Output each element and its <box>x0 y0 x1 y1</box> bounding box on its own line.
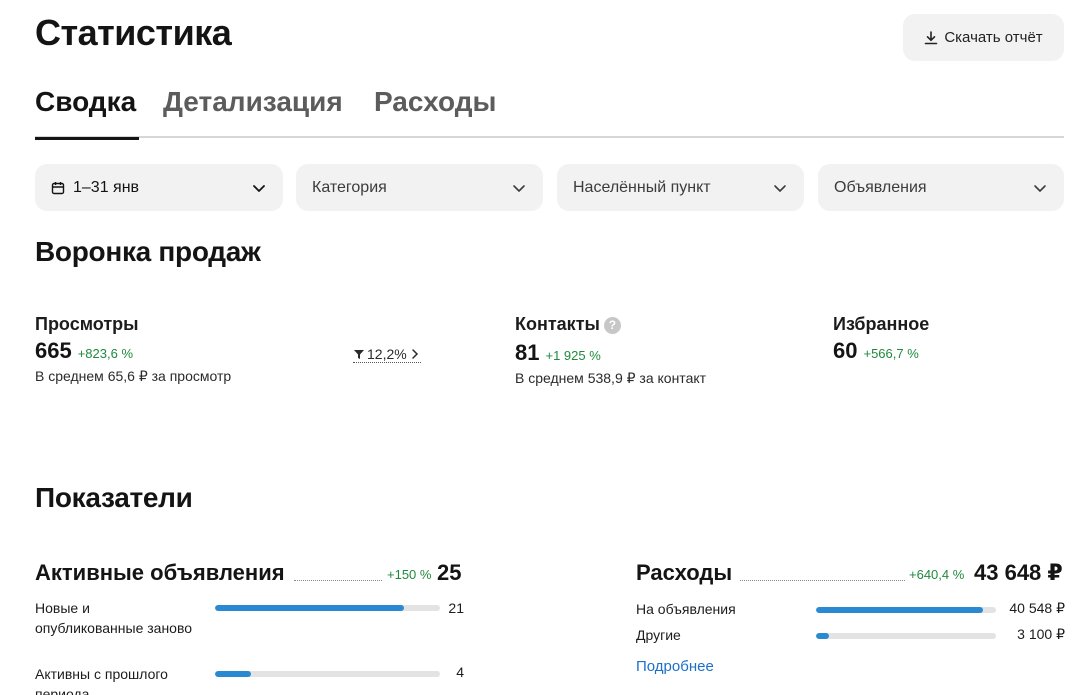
previous-ads-value: 4 <box>456 664 464 680</box>
chevron-down-icon <box>774 185 786 192</box>
active-ads-total: 25 <box>437 560 462 585</box>
ads-filter[interactable]: Объявления <box>818 164 1064 211</box>
contacts-label: Контакты <box>515 314 600 334</box>
other-expenses-bar <box>816 633 996 639</box>
funnel-title: Воронка продаж <box>35 236 261 267</box>
views-delta: +823,6 % <box>77 346 134 361</box>
previous-ads-bar <box>215 671 440 677</box>
chevron-down-icon <box>1034 185 1046 192</box>
category-filter-label: Категория <box>312 178 387 196</box>
dotted-leader <box>740 580 905 581</box>
tab-expenses[interactable]: Расходы <box>374 86 496 138</box>
category-filter[interactable]: Категория <box>296 164 543 211</box>
date-range-label: 1–31 янв <box>73 178 140 196</box>
contacts-average: В среднем 538,9 ₽ за контакт <box>515 370 707 386</box>
page-title: Статистика <box>35 12 232 53</box>
views-average: В среднем 65,6 ₽ за просмотр <box>35 368 232 384</box>
conversion-link[interactable]: 12,2% <box>353 346 421 363</box>
chevron-down-icon <box>513 185 525 192</box>
other-expenses-label: Другие <box>636 627 681 643</box>
tab-summary[interactable]: Сводка <box>35 86 139 140</box>
active-ads-delta: +150 % <box>387 567 432 582</box>
favorites-label: Избранное <box>833 314 930 334</box>
location-filter-label: Населённый пункт <box>573 178 711 196</box>
other-expenses-bar-fill <box>816 633 829 639</box>
new-ads-label: Новые и опубликованные заново <box>35 600 193 636</box>
tab-details[interactable]: Детализация <box>163 86 343 138</box>
contacts-value: 81 <box>515 340 540 365</box>
dotted-leader <box>294 580 382 581</box>
ads-expenses-label: На объявления <box>636 601 736 617</box>
views-label: Просмотры <box>35 314 139 334</box>
indicators-title: Показатели <box>35 482 193 513</box>
download-icon <box>925 30 938 44</box>
help-icon[interactable]: ? <box>603 317 621 334</box>
favorites-value: 60 <box>833 338 858 363</box>
calendar-icon <box>51 181 65 194</box>
chevron-right-icon <box>411 349 418 359</box>
location-filter[interactable]: Населённый пункт <box>557 164 804 211</box>
previous-ads-label: Активны с прошлого периода <box>35 666 168 695</box>
ads-filter-label: Объявления <box>834 178 927 196</box>
favorites-metric: Избранное 60 +566,7 % <box>833 314 929 364</box>
ads-expenses-bar <box>816 607 996 613</box>
other-expenses-value: 3 100 ₽ <box>1017 626 1065 642</box>
new-ads-value: 21 <box>448 600 464 616</box>
new-ads-bar-fill <box>215 605 404 611</box>
ads-expenses-bar-fill <box>816 607 984 613</box>
views-value: 665 <box>35 338 72 363</box>
chevron-down-icon <box>253 185 265 192</box>
active-ads-title: Активные объявления <box>35 560 285 585</box>
date-range-filter[interactable]: 1–31 янв <box>35 164 283 211</box>
expenses-title: Расходы <box>636 560 733 585</box>
more-details-link[interactable]: Подробнее <box>636 658 714 675</box>
download-report-label: Скачать отчёт <box>944 29 1043 46</box>
new-ads-bar <box>215 605 440 611</box>
contacts-delta: +1 925 % <box>545 348 601 363</box>
ads-expenses-value: 40 548 ₽ <box>1009 600 1065 616</box>
expenses-delta: +640,4 % <box>909 567 965 582</box>
tab-bar: Сводка Детализация Расходы <box>35 86 1064 140</box>
filter-funnel-icon <box>354 350 364 359</box>
views-metric: Просмотры 665 +823,6 % В среднем 65,6 ₽ з… <box>35 314 231 385</box>
favorites-delta: +566,7 % <box>863 346 919 361</box>
conversion-value: 12,2% <box>367 346 407 362</box>
expenses-total: 43 648 ₽ <box>974 560 1063 585</box>
previous-ads-bar-fill <box>215 671 251 677</box>
download-report-button[interactable]: Скачать отчёт <box>903 14 1064 61</box>
contacts-metric: Контакты? 81 +1 925 % В среднем 538,9 ₽ з… <box>515 314 706 387</box>
